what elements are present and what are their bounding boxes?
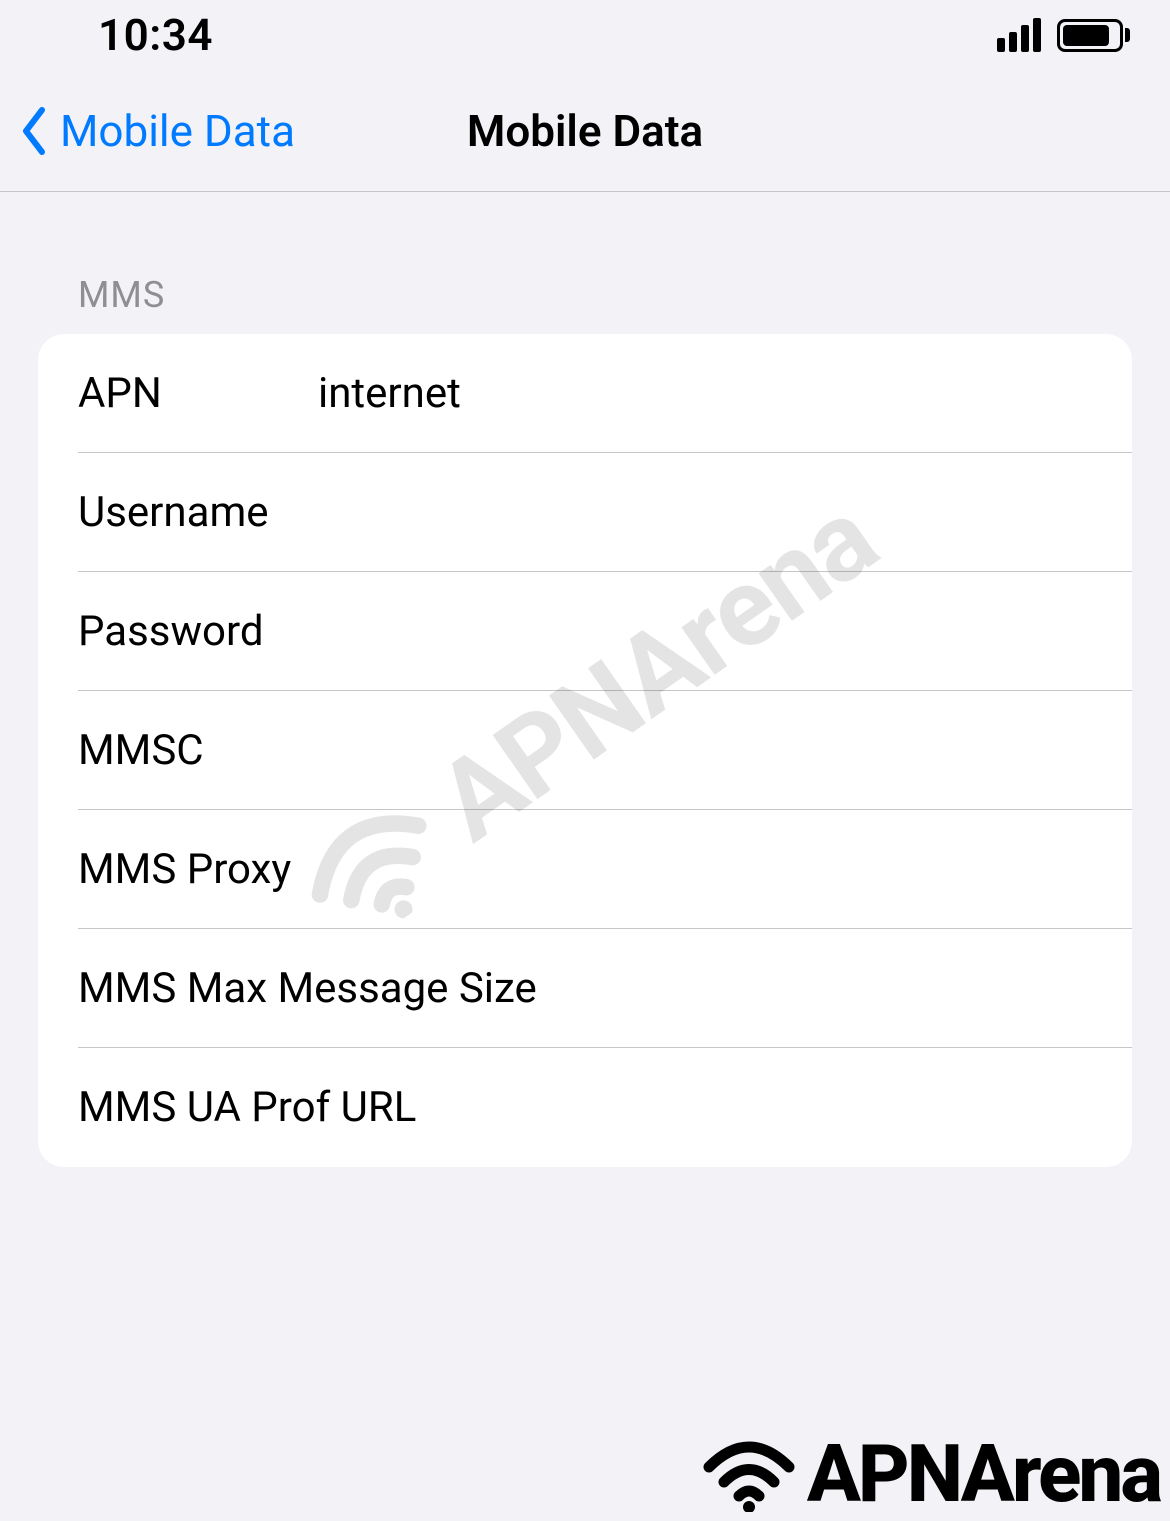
setting-label-mmsc: MMSC (78, 726, 318, 775)
setting-label-mms-proxy: MMS Proxy (78, 845, 291, 894)
setting-label-mms-ua-prof: MMS UA Prof URL (78, 1083, 416, 1132)
username-input[interactable] (318, 488, 1132, 537)
apn-input[interactable] (318, 369, 1132, 418)
signal-icon (997, 18, 1041, 52)
setting-row-apn[interactable]: APN (38, 334, 1132, 453)
navigation-bar: Mobile Data Mobile Data (0, 70, 1170, 192)
password-input[interactable] (318, 607, 1132, 656)
footer-logo-text: APNArena (807, 1427, 1160, 1521)
setting-row-password[interactable]: Password (38, 572, 1132, 691)
wifi-icon (699, 1432, 799, 1516)
settings-content: MMS APN Username Password MMSC MMS Proxy… (0, 192, 1170, 1167)
status-indicators (997, 18, 1130, 52)
setting-label-username: Username (78, 488, 318, 537)
setting-row-mmsc[interactable]: MMSC (38, 691, 1132, 810)
mmsc-input[interactable] (318, 726, 1132, 775)
section-header-mms: MMS (38, 192, 1132, 334)
back-button[interactable]: Mobile Data (0, 105, 295, 157)
back-button-label: Mobile Data (60, 105, 295, 157)
mms-ua-prof-input[interactable] (416, 1083, 1132, 1132)
settings-group-mms: APN Username Password MMSC MMS Proxy MMS… (38, 334, 1132, 1167)
chevron-left-icon (20, 106, 50, 156)
setting-label-mms-max-size: MMS Max Message Size (78, 964, 537, 1013)
footer-logo: APNArena (699, 1427, 1160, 1521)
status-bar: 10:34 (0, 0, 1170, 70)
page-title: Mobile Data (467, 105, 703, 157)
setting-row-mms-max-size[interactable]: MMS Max Message Size (38, 929, 1132, 1048)
setting-row-mms-proxy[interactable]: MMS Proxy (38, 810, 1132, 929)
mms-max-size-input[interactable] (537, 964, 1132, 1013)
status-time: 10:34 (98, 9, 213, 61)
setting-label-apn: APN (78, 369, 318, 418)
setting-row-username[interactable]: Username (38, 453, 1132, 572)
setting-row-mms-ua-prof[interactable]: MMS UA Prof URL (38, 1048, 1132, 1167)
mms-proxy-input[interactable] (291, 845, 1132, 894)
battery-icon (1057, 19, 1130, 52)
setting-label-password: Password (78, 607, 318, 656)
